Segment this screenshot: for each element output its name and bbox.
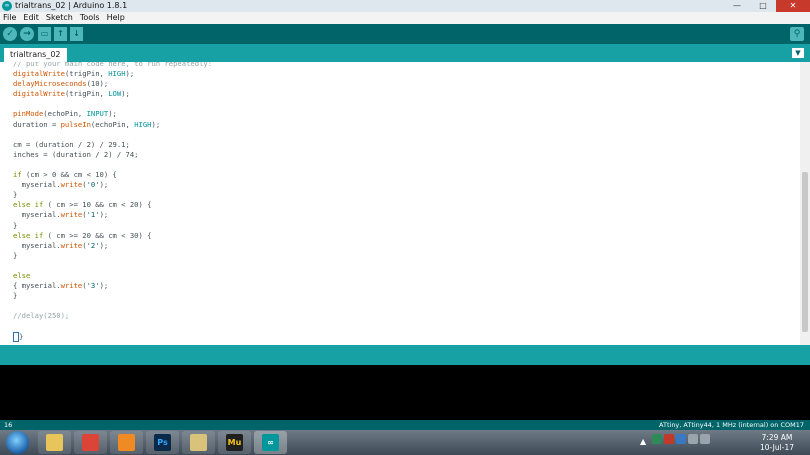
- menu-edit[interactable]: Edit: [23, 13, 39, 22]
- menu-help[interactable]: Help: [107, 13, 125, 22]
- code-line[interactable]: else if ( cm >= 20 && cm < 30) {: [13, 231, 212, 241]
- window-controls: — □ ✕: [724, 0, 810, 12]
- message-area: [0, 345, 810, 365]
- arduino-taskbar-icon: ∞: [262, 434, 279, 451]
- new-button[interactable]: ▭: [38, 27, 51, 41]
- minimize-icon[interactable]: —: [724, 0, 750, 12]
- code-line[interactable]: pinMode(echoPin, INPUT);: [13, 109, 212, 119]
- code-line[interactable]: myserial.write('1');: [13, 210, 212, 220]
- taskbar-app-button[interactable]: [38, 431, 71, 454]
- code-line[interactable]: inches = (duration / 2) / 74;: [13, 150, 212, 160]
- code-line[interactable]: //delay(250);: [13, 311, 212, 321]
- maximize-icon[interactable]: □: [750, 0, 776, 12]
- muse-icon: Mu: [226, 434, 243, 451]
- code-editor[interactable]: // put your main code here, to run repea…: [0, 62, 800, 345]
- code-line[interactable]: }: [13, 331, 212, 342]
- code-line[interactable]: else if ( cm >= 10 && cm < 20) {: [13, 200, 212, 210]
- taskbar-app-button[interactable]: [182, 431, 215, 454]
- network-icon[interactable]: [688, 434, 698, 444]
- taskbar-app-button[interactable]: Ps: [146, 431, 179, 454]
- arduino-icon: ∞: [2, 1, 12, 11]
- clock-time: 7:29 AM: [761, 433, 793, 442]
- code-line[interactable]: if (cm > 0 && cm < 10) {: [13, 170, 212, 180]
- tray-app-icon[interactable]: [676, 434, 686, 444]
- code-line[interactable]: [13, 261, 212, 271]
- tray-app-icon[interactable]: [652, 434, 662, 444]
- code-line[interactable]: [13, 160, 212, 170]
- tab-menu-icon[interactable]: ▼: [792, 48, 804, 58]
- tab-trialtrans-02[interactable]: trialtrans_02: [4, 48, 67, 62]
- clock-date: 10-Jul-17: [760, 443, 794, 452]
- system-tray: ▲: [640, 434, 712, 452]
- menu-file[interactable]: File: [3, 13, 16, 22]
- code-line[interactable]: // put your main code here, to run repea…: [13, 62, 212, 69]
- close-icon[interactable]: ✕: [776, 0, 810, 12]
- code-line[interactable]: duration = pulseIn(echoPin, HIGH);: [13, 120, 212, 130]
- open-button[interactable]: ↑: [54, 27, 67, 41]
- code-line[interactable]: digitalWrite(trigPin, LOW);: [13, 89, 212, 99]
- upload-button[interactable]: →: [20, 27, 34, 41]
- code-line[interactable]: delayMicroseconds(10);: [13, 79, 212, 89]
- code-text[interactable]: // put your main code here, to run repea…: [13, 62, 212, 342]
- code-line[interactable]: digitalWrite(trigPin, HIGH);: [13, 69, 212, 79]
- clock[interactable]: 7:29 AM 10-Jul-17: [752, 433, 802, 453]
- tab-bar: trialtrans_02 ▼: [0, 44, 810, 62]
- window-title-bar: ∞ trialtrans_02 | Arduino 1.8.1 — □ ✕: [0, 0, 810, 12]
- code-line[interactable]: [13, 321, 212, 331]
- verify-button[interactable]: ✓: [3, 27, 17, 41]
- text-cursor: [13, 331, 19, 342]
- board-info: ATtiny, ATtiny44, 1 MHz (internal) on CO…: [659, 421, 804, 429]
- save-button[interactable]: ↓: [70, 27, 83, 41]
- status-bar: 16 ATtiny, ATtiny44, 1 MHz (internal) on…: [0, 420, 810, 430]
- photoshop-icon: Ps: [154, 434, 171, 451]
- tray-arrow-icon[interactable]: ▲: [640, 437, 650, 447]
- code-line[interactable]: [13, 99, 212, 109]
- code-line[interactable]: [13, 130, 212, 140]
- code-line[interactable]: else: [13, 271, 212, 281]
- code-line[interactable]: [13, 301, 212, 311]
- line-number: 16: [4, 421, 13, 429]
- media-player-icon: [118, 434, 135, 451]
- file-explorer-icon: [46, 434, 63, 451]
- menu-tools[interactable]: Tools: [80, 13, 100, 22]
- code-line[interactable]: }: [13, 221, 212, 231]
- code-line[interactable]: myserial.write('2');: [13, 241, 212, 251]
- code-line[interactable]: { myserial.write('3');: [13, 281, 212, 291]
- chrome-icon: [82, 434, 99, 451]
- serial-monitor-icon[interactable]: ⚲: [790, 27, 804, 41]
- folder-icon: [190, 434, 207, 451]
- menu-sketch[interactable]: Sketch: [46, 13, 73, 22]
- menu-bar: File Edit Sketch Tools Help: [0, 12, 810, 24]
- start-button[interactable]: [6, 431, 29, 454]
- console-output[interactable]: [0, 365, 810, 420]
- toolbar: ✓ → ▭ ↑ ↓ ⚲: [0, 24, 810, 44]
- code-line[interactable]: myserial.write('0');: [13, 180, 212, 190]
- vertical-scrollbar[interactable]: [800, 62, 810, 345]
- code-line[interactable]: }: [13, 251, 212, 261]
- taskbar-app-button[interactable]: ∞: [254, 431, 287, 454]
- volume-icon[interactable]: [700, 434, 710, 444]
- scrollbar-thumb[interactable]: [802, 172, 808, 332]
- windows-taskbar: Ps Mu ∞ ▲ 7:29 AM 10-Jul-17: [0, 430, 810, 455]
- tray-app-icon[interactable]: [664, 434, 674, 444]
- taskbar-app-button[interactable]: [110, 431, 143, 454]
- window-title: trialtrans_02 | Arduino 1.8.1: [15, 1, 128, 10]
- taskbar-app-button[interactable]: Mu: [218, 431, 251, 454]
- code-line[interactable]: }: [13, 291, 212, 301]
- code-line[interactable]: }: [13, 190, 212, 200]
- taskbar-app-button[interactable]: [74, 431, 107, 454]
- code-line[interactable]: cm = (duration / 2) / 29.1;: [13, 140, 212, 150]
